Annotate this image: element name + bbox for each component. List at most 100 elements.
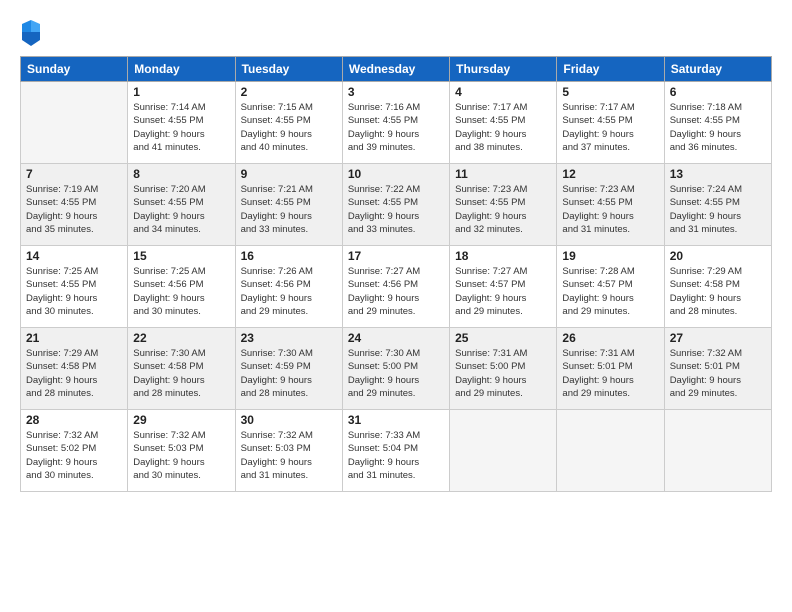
day-number: 3	[348, 85, 444, 99]
day-info: Sunrise: 7:14 AMSunset: 4:55 PMDaylight:…	[133, 101, 229, 154]
day-number: 21	[26, 331, 122, 345]
page: SundayMondayTuesdayWednesdayThursdayFrid…	[0, 0, 792, 612]
day-info: Sunrise: 7:30 AMSunset: 4:59 PMDaylight:…	[241, 347, 337, 400]
day-cell: 20 Sunrise: 7:29 AMSunset: 4:58 PMDayligh…	[664, 246, 771, 328]
day-number: 23	[241, 331, 337, 345]
day-info: Sunrise: 7:31 AMSunset: 5:00 PMDaylight:…	[455, 347, 551, 400]
day-cell: 10 Sunrise: 7:22 AMSunset: 4:55 PMDayligh…	[342, 164, 449, 246]
day-cell: 12Sunrise: 7:23 AMSunset: 4:55 PMDayligh…	[557, 164, 664, 246]
day-cell: 13 Sunrise: 7:24 AMSunset: 4:55 PMDayligh…	[664, 164, 771, 246]
day-info: Sunrise: 7:21 AMSunset: 4:55 PMDaylight:…	[241, 183, 337, 236]
day-number: 13	[670, 167, 766, 181]
day-number: 8	[133, 167, 229, 181]
day-cell: 18Sunrise: 7:27 AMSunset: 4:57 PMDayligh…	[450, 246, 557, 328]
day-number: 15	[133, 249, 229, 263]
logo	[20, 18, 44, 46]
day-cell: 17 Sunrise: 7:27 AMSunset: 4:56 PMDayligh…	[342, 246, 449, 328]
day-cell: 14 Sunrise: 7:25 AMSunset: 4:55 PMDayligh…	[21, 246, 128, 328]
day-info: Sunrise: 7:24 AMSunset: 4:55 PMDaylight:…	[670, 183, 766, 236]
day-cell: 4 Sunrise: 7:17 AMSunset: 4:55 PMDaylight…	[450, 82, 557, 164]
day-info: Sunrise: 7:19 AMSunset: 4:55 PMDaylight:…	[26, 183, 122, 236]
day-number: 27	[670, 331, 766, 345]
day-info: Sunrise: 7:16 AMSunset: 4:55 PMDaylight:…	[348, 101, 444, 154]
day-info: Sunrise: 7:17 AMSunset: 4:55 PMDaylight:…	[455, 101, 551, 154]
day-cell	[450, 410, 557, 492]
day-info: Sunrise: 7:28 AMSunset: 4:57 PMDaylight:…	[562, 265, 658, 318]
logo-icon	[20, 18, 42, 46]
week-row-2: 7 Sunrise: 7:19 AMSunset: 4:55 PMDaylight…	[21, 164, 772, 246]
day-info: Sunrise: 7:29 AMSunset: 4:58 PMDaylight:…	[26, 347, 122, 400]
day-number: 31	[348, 413, 444, 427]
day-cell	[557, 410, 664, 492]
day-cell: 21 Sunrise: 7:29 AMSunset: 4:58 PMDayligh…	[21, 328, 128, 410]
day-number: 10	[348, 167, 444, 181]
day-cell: 28 Sunrise: 7:32 AMSunset: 5:02 PMDayligh…	[21, 410, 128, 492]
day-number: 5	[562, 85, 658, 99]
day-info: Sunrise: 7:32 AMSunset: 5:03 PMDaylight:…	[241, 429, 337, 482]
day-number: 7	[26, 167, 122, 181]
calendar: SundayMondayTuesdayWednesdayThursdayFrid…	[20, 56, 772, 492]
col-header-thursday: Thursday	[450, 57, 557, 82]
day-cell	[664, 410, 771, 492]
day-info: Sunrise: 7:33 AMSunset: 5:04 PMDaylight:…	[348, 429, 444, 482]
day-cell: 25 Sunrise: 7:31 AMSunset: 5:00 PMDayligh…	[450, 328, 557, 410]
day-cell: 9Sunrise: 7:21 AMSunset: 4:55 PMDaylight…	[235, 164, 342, 246]
day-info: Sunrise: 7:15 AMSunset: 4:55 PMDaylight:…	[241, 101, 337, 154]
day-info: Sunrise: 7:17 AMSunset: 4:55 PMDaylight:…	[562, 101, 658, 154]
day-cell: 27Sunrise: 7:32 AMSunset: 5:01 PMDayligh…	[664, 328, 771, 410]
col-header-monday: Monday	[128, 57, 235, 82]
col-header-wednesday: Wednesday	[342, 57, 449, 82]
day-number: 12	[562, 167, 658, 181]
day-cell: 31 Sunrise: 7:33 AMSunset: 5:04 PMDayligh…	[342, 410, 449, 492]
day-info: Sunrise: 7:32 AMSunset: 5:02 PMDaylight:…	[26, 429, 122, 482]
day-cell: 19 Sunrise: 7:28 AMSunset: 4:57 PMDayligh…	[557, 246, 664, 328]
day-info: Sunrise: 7:30 AMSunset: 5:00 PMDaylight:…	[348, 347, 444, 400]
day-info: Sunrise: 7:26 AMSunset: 4:56 PMDaylight:…	[241, 265, 337, 318]
day-cell	[21, 82, 128, 164]
week-row-4: 21 Sunrise: 7:29 AMSunset: 4:58 PMDayligh…	[21, 328, 772, 410]
day-number: 17	[348, 249, 444, 263]
day-number: 2	[241, 85, 337, 99]
day-number: 19	[562, 249, 658, 263]
day-number: 29	[133, 413, 229, 427]
day-number: 26	[562, 331, 658, 345]
day-cell: 22Sunrise: 7:30 AMSunset: 4:58 PMDayligh…	[128, 328, 235, 410]
day-number: 4	[455, 85, 551, 99]
day-info: Sunrise: 7:27 AMSunset: 4:56 PMDaylight:…	[348, 265, 444, 318]
col-header-sunday: Sunday	[21, 57, 128, 82]
header	[20, 18, 772, 46]
day-number: 18	[455, 249, 551, 263]
day-cell: 16Sunrise: 7:26 AMSunset: 4:56 PMDayligh…	[235, 246, 342, 328]
day-number: 20	[670, 249, 766, 263]
day-info: Sunrise: 7:29 AMSunset: 4:58 PMDaylight:…	[670, 265, 766, 318]
day-number: 22	[133, 331, 229, 345]
day-cell: 15 Sunrise: 7:25 AMSunset: 4:56 PMDayligh…	[128, 246, 235, 328]
col-header-friday: Friday	[557, 57, 664, 82]
day-cell: 2 Sunrise: 7:15 AMSunset: 4:55 PMDaylight…	[235, 82, 342, 164]
day-number: 25	[455, 331, 551, 345]
day-cell: 3 Sunrise: 7:16 AMSunset: 4:55 PMDaylight…	[342, 82, 449, 164]
day-cell: 29Sunrise: 7:32 AMSunset: 5:03 PMDayligh…	[128, 410, 235, 492]
day-info: Sunrise: 7:25 AMSunset: 4:56 PMDaylight:…	[133, 265, 229, 318]
col-header-tuesday: Tuesday	[235, 57, 342, 82]
day-info: Sunrise: 7:25 AMSunset: 4:55 PMDaylight:…	[26, 265, 122, 318]
col-header-saturday: Saturday	[664, 57, 771, 82]
day-cell: 24 Sunrise: 7:30 AMSunset: 5:00 PMDayligh…	[342, 328, 449, 410]
day-cell: 23 Sunrise: 7:30 AMSunset: 4:59 PMDayligh…	[235, 328, 342, 410]
day-number: 30	[241, 413, 337, 427]
day-number: 11	[455, 167, 551, 181]
day-number: 6	[670, 85, 766, 99]
week-row-5: 28 Sunrise: 7:32 AMSunset: 5:02 PMDayligh…	[21, 410, 772, 492]
day-number: 28	[26, 413, 122, 427]
day-cell: 11Sunrise: 7:23 AMSunset: 4:55 PMDayligh…	[450, 164, 557, 246]
calendar-header-row: SundayMondayTuesdayWednesdayThursdayFrid…	[21, 57, 772, 82]
day-cell: 26Sunrise: 7:31 AMSunset: 5:01 PMDayligh…	[557, 328, 664, 410]
day-info: Sunrise: 7:18 AMSunset: 4:55 PMDaylight:…	[670, 101, 766, 154]
day-number: 24	[348, 331, 444, 345]
day-number: 14	[26, 249, 122, 263]
week-row-3: 14 Sunrise: 7:25 AMSunset: 4:55 PMDayligh…	[21, 246, 772, 328]
day-cell: 1Sunrise: 7:14 AMSunset: 4:55 PMDaylight…	[128, 82, 235, 164]
day-cell: 5 Sunrise: 7:17 AMSunset: 4:55 PMDaylight…	[557, 82, 664, 164]
day-cell: 7 Sunrise: 7:19 AMSunset: 4:55 PMDaylight…	[21, 164, 128, 246]
day-info: Sunrise: 7:22 AMSunset: 4:55 PMDaylight:…	[348, 183, 444, 236]
